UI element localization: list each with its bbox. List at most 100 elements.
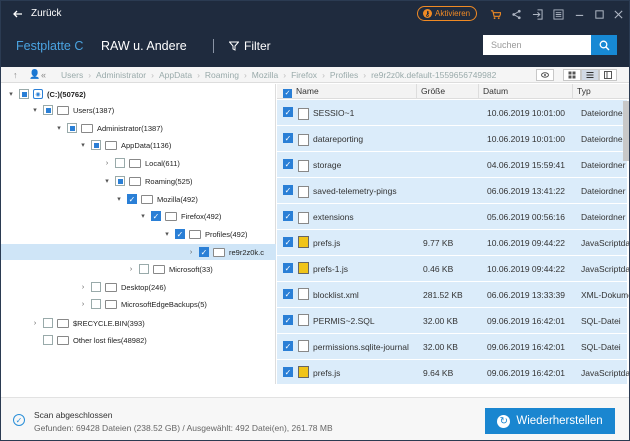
up-arrow-icon[interactable]: ↑ (13, 70, 23, 80)
tree-item[interactable]: ▾ Administrator(1387) (55, 120, 163, 136)
tab-raw[interactable]: RAW u. Andere (101, 39, 187, 53)
tree-item[interactable]: › Desktop(246) (79, 279, 166, 295)
column-size[interactable]: Größe (417, 84, 479, 99)
file-row[interactable]: ✓ prefs.js 9.77 KB 10.06.2019 09:44:22 JavaS… (277, 230, 629, 255)
tree-checkbox[interactable] (91, 299, 101, 309)
expand-chevron-icon[interactable]: ▾ (103, 177, 111, 185)
breadcrumb-item[interactable]: AppData (159, 70, 192, 80)
expand-chevron-icon[interactable]: ▾ (115, 195, 123, 203)
expand-chevron-icon[interactable]: › (31, 320, 39, 327)
tree-checkbox[interactable]: ✓ (175, 229, 185, 239)
expand-chevron-icon[interactable]: › (187, 249, 195, 256)
file-checkbox[interactable]: ✓ (283, 341, 293, 351)
breadcrumb-item[interactable]: Roaming (205, 70, 239, 80)
tree-item[interactable]: › Local(611) (103, 155, 180, 171)
file-row[interactable]: ✓ SESSIO~1 10.06.2019 10:01:00 Dateiordner (277, 100, 627, 125)
file-checkbox[interactable]: ✓ (283, 315, 293, 325)
activate-button[interactable]: ⚷ Aktivieren (417, 6, 477, 21)
expand-chevron-icon[interactable]: ▾ (31, 106, 39, 114)
file-checkbox[interactable]: ✓ (283, 289, 293, 299)
tree-checkbox[interactable]: ✓ (127, 194, 137, 204)
file-checkbox[interactable]: ✓ (283, 185, 293, 195)
file-checkbox[interactable]: ✓ (283, 211, 293, 221)
file-row[interactable]: ✓ prefs-1.js 0.46 KB 10.06.2019 09:44:22 Jav… (277, 256, 629, 281)
file-checkbox[interactable]: ✓ (283, 159, 293, 169)
search-button[interactable] (591, 35, 617, 55)
tree-item[interactable]: ▾ ✓ Firefox(492) (139, 208, 221, 224)
detail-view-button[interactable] (599, 69, 617, 81)
tree-item[interactable]: › $RECYCLE.BIN(393) (31, 315, 145, 331)
back-button[interactable]: Zurück (13, 8, 62, 19)
file-row[interactable]: ✓ prefs.js 9.64 KB 09.06.2019 16:42:01 JavaS… (277, 360, 629, 384)
tree-item[interactable]: ▾ ✓ Mozilla(492) (115, 191, 198, 207)
file-row[interactable]: ✓ storage 04.06.2019 15:59:41 Dateiordner (277, 152, 627, 177)
grid-view-button[interactable] (563, 69, 581, 81)
filter-button[interactable]: Filter (229, 39, 271, 53)
expand-chevron-icon[interactable]: › (79, 301, 87, 308)
tree-checkbox[interactable]: ✓ (199, 247, 209, 257)
tree-checkbox[interactable] (67, 123, 77, 133)
tree-item[interactable]: ▾ Roaming(525) (103, 173, 193, 189)
tree-checkbox[interactable]: ✓ (151, 211, 161, 221)
expand-chevron-icon[interactable]: ▾ (7, 90, 15, 98)
cart-icon[interactable] (489, 8, 501, 20)
breadcrumb-item[interactable]: Firefox (291, 70, 317, 80)
tree-checkbox[interactable] (43, 318, 53, 328)
expand-chevron-icon[interactable]: ▾ (139, 212, 147, 220)
file-checkbox[interactable]: ✓ (283, 237, 293, 247)
tree-checkbox[interactable] (139, 264, 149, 274)
file-checkbox[interactable]: ✓ (283, 107, 293, 117)
tree-checkbox[interactable] (43, 105, 53, 115)
share-icon[interactable] (510, 8, 522, 20)
column-type[interactable]: Typ (573, 84, 629, 99)
tree-checkbox[interactable] (19, 89, 29, 99)
tab-disk[interactable]: Festplatte C (16, 39, 83, 53)
file-checkbox[interactable]: ✓ (283, 263, 293, 273)
breadcrumb-item[interactable]: Mozilla (252, 70, 278, 80)
tree-item[interactable]: ▾ AppData(1136) (79, 137, 171, 153)
file-row[interactable]: ✓ datareporting 10.06.2019 10:01:00 Dateior… (277, 126, 627, 151)
file-row[interactable]: ✓ PERMIS~2.SQL 32.00 KB 09.06.2019 16:42:01… (277, 308, 627, 333)
scrollbar[interactable] (623, 101, 629, 161)
close-icon[interactable] (612, 8, 624, 20)
column-date[interactable]: Datum (479, 84, 573, 99)
user-icon[interactable]: 👤 (29, 69, 40, 80)
file-checkbox[interactable]: ✓ (283, 133, 293, 143)
tree-checkbox[interactable] (91, 282, 101, 292)
tree-item[interactable]: › Microsoft(33) (127, 261, 213, 277)
expand-chevron-icon[interactable]: ▾ (163, 230, 171, 238)
search-input[interactable] (483, 35, 591, 55)
file-row[interactable]: ✓ permissions.sqlite-journal 32.00 KB 09.06… (277, 334, 627, 359)
breadcrumb-item[interactable]: Administrator (96, 70, 146, 80)
chevron-left-icon[interactable]: « (41, 70, 51, 80)
breadcrumb-item[interactable]: re9r2z0k.default-1559656749982 (371, 70, 496, 80)
menu-icon[interactable] (552, 8, 564, 20)
list-view-button[interactable] (581, 69, 599, 81)
file-row[interactable]: ✓ saved-telemetry-pings 06.06.2019 13:41:2… (277, 178, 627, 203)
tree-item[interactable]: › MicrosoftEdgeBackups(5) (79, 296, 207, 312)
preview-toggle[interactable] (536, 69, 554, 81)
tree-item[interactable]: ▾ ◉ (C:)(50762) (7, 86, 86, 102)
tree-checkbox[interactable] (115, 158, 125, 168)
expand-chevron-icon[interactable]: › (127, 266, 135, 273)
restore-button[interactable]: ↻ Wiederherstellen (485, 408, 615, 434)
expand-chevron-icon[interactable]: ▾ (55, 124, 63, 132)
file-row[interactable]: ✓ extensions 05.06.2019 00:56:16 Dateiordne… (277, 204, 627, 229)
tree-item[interactable]: Other lost files(48982) (31, 332, 147, 348)
tree-item[interactable]: › ✓ re9r2z0k.c (1, 244, 276, 260)
expand-chevron-icon[interactable]: › (79, 284, 87, 291)
tree-checkbox[interactable] (43, 335, 53, 345)
expand-chevron-icon[interactable]: › (103, 160, 111, 167)
expand-chevron-icon[interactable]: ▾ (79, 141, 87, 149)
breadcrumb-item[interactable]: Users (61, 70, 83, 80)
minimize-icon[interactable] (573, 8, 585, 20)
file-checkbox[interactable]: ✓ (283, 367, 293, 377)
breadcrumb-item[interactable]: Profiles (330, 70, 358, 80)
tree-item[interactable]: ▾ ✓ Profiles(492) (163, 226, 248, 242)
column-name[interactable]: ✓ Name (277, 84, 417, 99)
login-icon[interactable] (531, 8, 543, 20)
maximize-icon[interactable] (593, 8, 605, 20)
tree-checkbox[interactable] (91, 140, 101, 150)
select-all-checkbox[interactable]: ✓ (283, 89, 292, 98)
tree-checkbox[interactable] (115, 176, 125, 186)
